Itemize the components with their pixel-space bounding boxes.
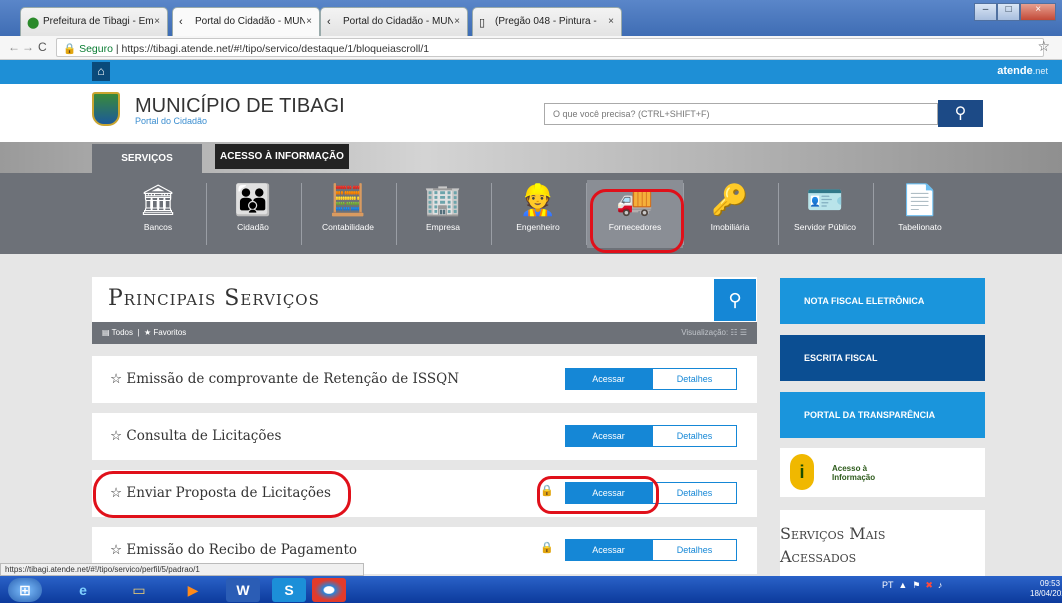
category-label: Engenheiro bbox=[516, 222, 560, 232]
portal-favicon-icon: ‹ bbox=[327, 16, 331, 28]
view-toggle[interactable]: Visualização: ☷ ☰ bbox=[681, 328, 747, 337]
address-bar: ← → C 🔒 Seguro | https://tibagi.atende.ne… bbox=[0, 36, 1062, 60]
annotation-circle-fornecedores bbox=[590, 189, 684, 253]
portal-subtitle: Portal do Cidadão bbox=[135, 116, 208, 126]
engineer-icon: 👷 bbox=[519, 184, 557, 217]
lock-icon: 🔒 bbox=[540, 542, 554, 554]
browser-tab-portal-2[interactable]: ‹ Portal do Cidadão - MUN × bbox=[320, 7, 468, 36]
status-url: https://tibagi.atende.net/#!/tipo/servic… bbox=[0, 563, 364, 576]
building-icon: 🏢 bbox=[424, 184, 462, 217]
system-tray: PT ▲ ⚑ ✖ ♪ bbox=[882, 580, 943, 590]
details-button[interactable]: Detalhes bbox=[652, 425, 737, 447]
calculator-icon: 🧮 bbox=[329, 184, 367, 217]
tab-close-icon[interactable]: × bbox=[454, 16, 460, 27]
alert-icon: ✖ bbox=[925, 580, 933, 590]
category-empresa[interactable]: 🏢 Empresa bbox=[395, 180, 491, 248]
site-top-bar bbox=[0, 60, 1062, 84]
category-label: Imobiliária bbox=[710, 222, 750, 232]
annotation-circle-enviar-proposta bbox=[93, 471, 351, 518]
tab-servicos[interactable]: SERVIÇOS bbox=[92, 144, 202, 173]
category-label: Cidadão bbox=[237, 222, 269, 232]
category-engenheiro[interactable]: 👷 Engenheiro bbox=[490, 180, 586, 248]
municipality-title[interactable]: MUNICÍPIO DE TIBAGI bbox=[135, 95, 345, 118]
nota-fiscal-button[interactable]: NOTA FISCAL ELETRÔNICA bbox=[780, 278, 985, 324]
site-search-input[interactable]: O que você precisa? (CTRL+SHIFT+F) bbox=[544, 103, 938, 125]
tab-close-icon[interactable]: × bbox=[608, 16, 614, 27]
minimize-icon[interactable]: – bbox=[974, 3, 998, 21]
back-icon[interactable]: ← bbox=[8, 40, 20, 54]
portal-transparencia-button[interactable]: PORTAL DA TRANSPARÊNCIA bbox=[780, 392, 985, 438]
bank-icon: 🏛 bbox=[138, 184, 178, 217]
id-card-icon: 🪪 bbox=[806, 184, 844, 217]
category-tabelionato[interactable]: 📄 Tabelionato bbox=[872, 180, 968, 248]
details-button[interactable]: Detalhes bbox=[652, 539, 737, 561]
home-icon[interactable]: ⌂ bbox=[92, 62, 110, 81]
service-name[interactable]: ☆ Consulta de Licitações bbox=[110, 428, 281, 444]
browser-tab-portal-active[interactable]: ‹ Portal do Cidadão - MUN × bbox=[172, 7, 320, 36]
tab-acesso-informacao[interactable]: ACESSO À INFORMAÇÃO bbox=[215, 144, 349, 169]
service-name[interactable]: ☆ Emissão do Recibo de Pagamento bbox=[110, 542, 357, 558]
services-filter-bar: ▤ Todos | ★ Favoritos Visualização: ☷ ☰ bbox=[92, 322, 757, 344]
key-icon: 🔑 bbox=[711, 184, 749, 217]
search-button[interactable]: ⚲ bbox=[938, 100, 983, 127]
lock-icon: 🔒 bbox=[63, 43, 77, 55]
atende-logo: atende.net bbox=[997, 65, 1048, 77]
document-icon: 📄 bbox=[901, 184, 939, 217]
media-player-icon[interactable]: ▶ bbox=[176, 578, 210, 602]
most-accessed-title: Serviços Mais Acessados bbox=[780, 524, 886, 566]
annotation-circle-acessar bbox=[537, 476, 659, 514]
people-icon: 👪 bbox=[234, 184, 272, 217]
url-field[interactable]: 🔒 Seguro | https://tibagi.atende.net/#!/t… bbox=[56, 38, 1044, 57]
access-button[interactable]: Acessar bbox=[565, 539, 652, 561]
access-button[interactable]: Acessar bbox=[565, 368, 652, 390]
category-label: Contabilidade bbox=[322, 222, 374, 232]
info-icon: i bbox=[790, 454, 814, 490]
filter-all[interactable]: ▤ Todos bbox=[102, 328, 133, 337]
document-favicon-icon: ▯ bbox=[479, 17, 486, 29]
service-row: ☆ Emissão de comprovante de Retenção de … bbox=[92, 356, 757, 403]
service-row: ☆ Consulta de Licitações Acessar Detalhe… bbox=[92, 413, 757, 460]
municipal-crest-icon bbox=[92, 92, 120, 126]
search-icon: ⚲ bbox=[954, 105, 967, 122]
access-button[interactable]: Acessar bbox=[565, 425, 652, 447]
site-favicon-icon: ⬤ bbox=[27, 17, 40, 29]
window-controls: – □ × bbox=[974, 3, 1056, 21]
details-button[interactable]: Detalhes bbox=[652, 482, 737, 504]
escrita-fiscal-button[interactable]: ESCRITA FISCAL bbox=[780, 335, 985, 381]
category-label: Tabelionato bbox=[898, 222, 942, 232]
portal-favicon-icon: ‹ bbox=[179, 16, 183, 28]
close-window-icon[interactable]: × bbox=[1020, 3, 1056, 21]
category-contabilidade[interactable]: 🧮 Contabilidade bbox=[300, 180, 396, 248]
chrome-icon[interactable] bbox=[312, 578, 346, 602]
category-cidadão[interactable]: 👪 Cidadão bbox=[205, 180, 301, 248]
details-button[interactable]: Detalhes bbox=[652, 368, 737, 390]
file-explorer-icon[interactable]: ▭ bbox=[122, 578, 156, 602]
category-label: Servidor Público bbox=[794, 222, 856, 232]
services-title: Principais Serviços bbox=[108, 286, 320, 311]
forward-icon[interactable]: → bbox=[22, 40, 34, 54]
category-label: Empresa bbox=[425, 222, 460, 232]
category-label: Bancos bbox=[143, 222, 173, 232]
services-search-button[interactable]: ⚲ bbox=[714, 279, 756, 321]
service-name[interactable]: ☆ Emissão de comprovante de Retenção de … bbox=[110, 371, 459, 387]
bookmark-star-icon[interactable]: ☆ bbox=[1037, 38, 1050, 55]
start-icon[interactable]: ⊞ bbox=[8, 578, 42, 602]
tab-close-icon[interactable]: × bbox=[306, 16, 312, 27]
category-bancos[interactable]: 🏛 Bancos bbox=[110, 180, 206, 248]
maximize-icon[interactable]: □ bbox=[997, 3, 1021, 21]
search-icon: ⚲ bbox=[728, 290, 742, 310]
browser-tab-pregao[interactable]: ▯ (Pregão 048 - Pintura - × bbox=[472, 7, 622, 36]
word-icon[interactable]: W bbox=[226, 578, 260, 602]
filter-favorites[interactable]: ★ Favoritos bbox=[144, 328, 186, 337]
reload-icon[interactable]: C bbox=[38, 40, 47, 54]
skype-icon[interactable]: S bbox=[272, 578, 306, 602]
category-servidor-público[interactable]: 🪪 Servidor Público bbox=[777, 180, 873, 248]
internet-explorer-icon[interactable]: e bbox=[66, 578, 100, 602]
tab-close-icon[interactable]: × bbox=[154, 16, 160, 27]
browser-tab-prefeitura[interactable]: ⬤ Prefeitura de Tibagi - Em × bbox=[20, 7, 168, 36]
category-imobiliária[interactable]: 🔑 Imobiliária bbox=[682, 180, 778, 248]
acesso-informacao-banner[interactable]: i Acesso à Informação bbox=[780, 448, 985, 497]
clock[interactable]: 09:5318/04/2018 bbox=[1030, 579, 1062, 599]
